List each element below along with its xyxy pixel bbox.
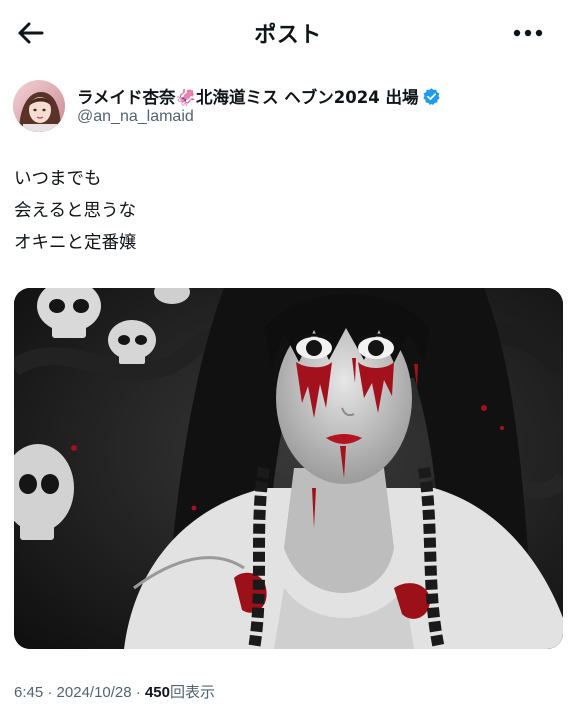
author-display-name[interactable]: ラメイド杏奈🦑北海道ミス ヘブン2024 出場	[77, 84, 441, 108]
views-label: 回表示	[170, 684, 216, 701]
verified-badge-icon	[422, 87, 441, 106]
top-bar: ポスト	[0, 0, 576, 66]
post-date[interactable]: 2024/10/28	[57, 684, 132, 701]
author-handle[interactable]: @an_na_lamaid	[77, 108, 194, 126]
post-time[interactable]: 6:45	[14, 684, 43, 701]
post-line: 会えると思うな	[14, 201, 136, 221]
post-meta: 6:45 · 2024/10/28 · 450回表示	[14, 681, 215, 702]
meta-separator: ·	[135, 684, 141, 701]
views-count: 450	[144, 684, 170, 701]
page-title: ポスト	[254, 23, 322, 48]
more-horizontal-icon	[513, 29, 543, 37]
meta-separator: ·	[47, 684, 53, 701]
post-line: いつまでも	[14, 169, 102, 189]
post-author: ラメイド杏奈🦑北海道ミス ヘブン2024 出場 @an_na_lamaid	[13, 80, 553, 134]
display-name-text: ラメイド杏奈🦑北海道ミス ヘブン2024 出場	[77, 88, 419, 107]
post-text: いつまでも 会えると思うな オキニと定番嬢	[14, 163, 137, 259]
more-options-button[interactable]	[508, 18, 548, 48]
avatar[interactable]	[13, 80, 65, 132]
post-image[interactable]	[14, 288, 563, 649]
post-line: オキニと定番嬢	[14, 233, 137, 253]
